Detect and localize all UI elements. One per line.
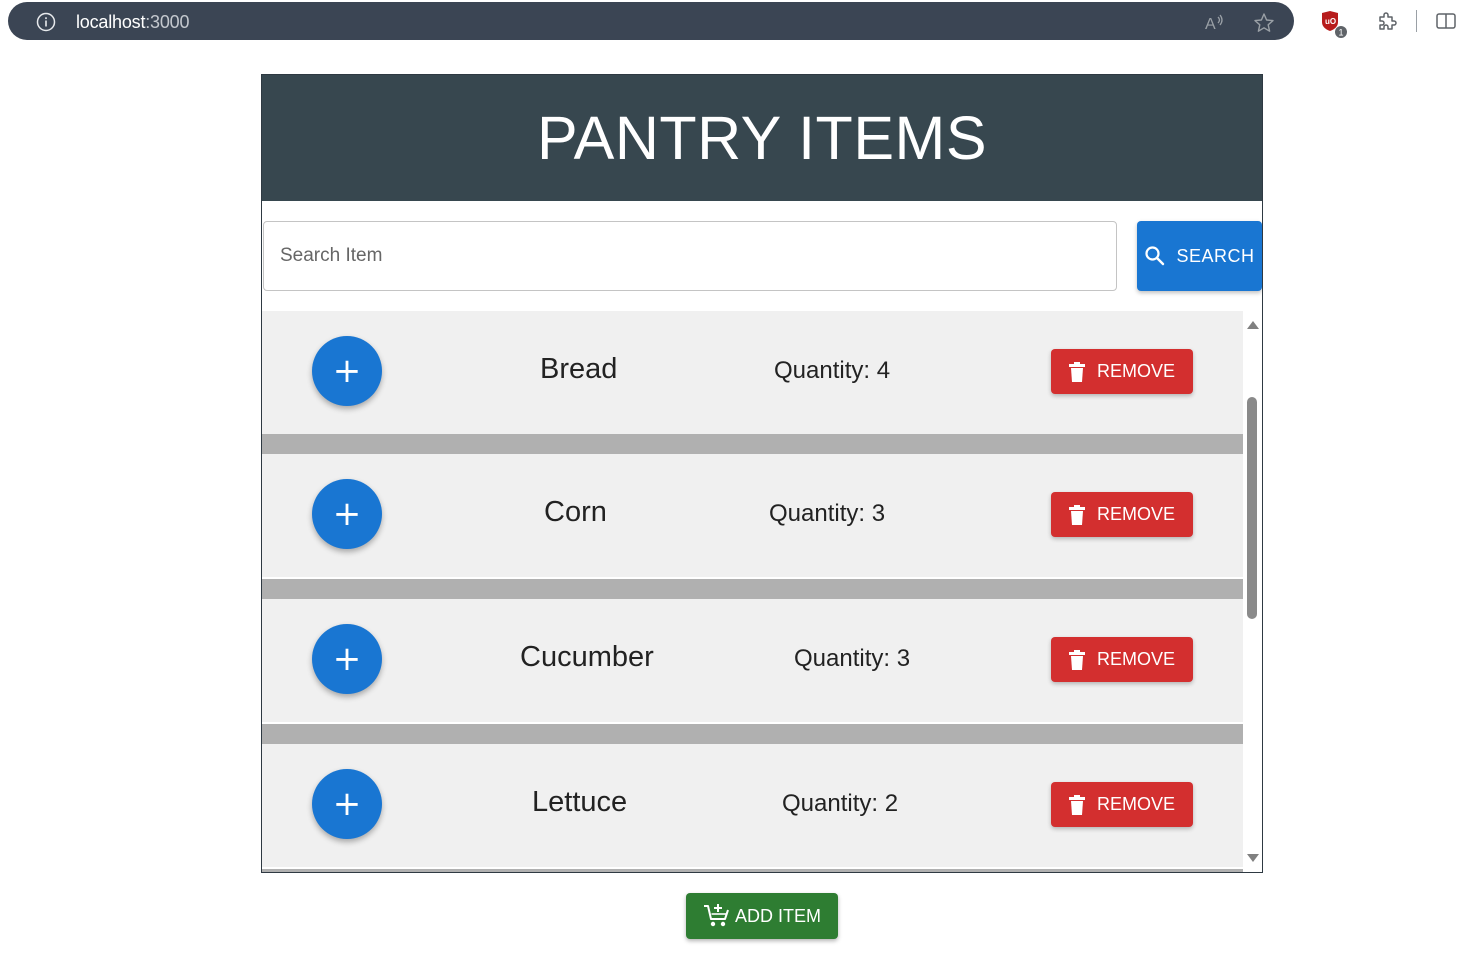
read-aloud-icon[interactable]: A (1204, 12, 1226, 34)
ublock-icon[interactable]: uO 1 (1320, 9, 1348, 39)
search-button-label: SEARCH (1176, 245, 1255, 266)
remove-button-label: REMOVE (1096, 649, 1175, 669)
url-host: localhost (76, 12, 146, 32)
trash-icon (1068, 649, 1085, 670)
trash-icon (1068, 504, 1085, 525)
url-port: :3000 (145, 12, 190, 32)
info-icon[interactable] (36, 12, 56, 32)
remove-button[interactable]: REMOVE (1051, 492, 1193, 537)
scroll-down-arrow[interactable] (1247, 854, 1259, 862)
search-input[interactable] (263, 221, 1117, 291)
search-button[interactable]: SEARCH (1137, 221, 1262, 291)
ublock-badge: 1 (1339, 28, 1344, 38)
scroll-thumb[interactable] (1247, 397, 1257, 619)
trash-icon (1068, 794, 1085, 815)
remove-button-label: REMOVE (1096, 361, 1175, 381)
row-divider (262, 869, 1243, 872)
row-divider (262, 724, 1243, 744)
item-quantity: Quantity: 3 (769, 500, 886, 527)
remove-button[interactable]: REMOVE (1051, 349, 1193, 394)
remove-button[interactable]: REMOVE (1051, 782, 1193, 827)
add-item-button[interactable]: ADD ITEM (686, 893, 838, 939)
list-item: + Lettuce Quantity: 2 REMOVE (262, 744, 1243, 867)
browser-toolbar: localhost:3000 A uO 1 (0, 0, 1470, 44)
app-header: PANTRY ITEMS (262, 75, 1262, 201)
increment-quantity-button[interactable]: + (312, 769, 382, 839)
toolbar-divider (1416, 10, 1417, 32)
item-quantity: Quantity: 2 (782, 790, 899, 817)
add-item-button-label: ADD ITEM (734, 905, 821, 926)
add-shopping-cart-icon (703, 904, 729, 927)
remove-button-label: REMOVE (1096, 794, 1175, 814)
list-item: + Bread Quantity: 4 REMOVE (262, 311, 1243, 434)
remove-button-label: REMOVE (1096, 504, 1175, 524)
star-icon[interactable] (1253, 12, 1275, 34)
search-icon (1145, 246, 1165, 266)
svg-text:uO: uO (1325, 17, 1336, 26)
item-name: Corn (544, 496, 607, 528)
address-bar[interactable]: localhost:3000 A (8, 2, 1294, 40)
increment-quantity-button[interactable]: + (312, 479, 382, 549)
row-divider (262, 579, 1243, 599)
split-screen-icon[interactable] (1435, 10, 1457, 32)
item-quantity: Quantity: 3 (794, 645, 911, 672)
list-item: + Cucumber Quantity: 3 REMOVE (262, 599, 1243, 722)
pantry-list[interactable]: + Bread Quantity: 4 REMOVE + Corn Quanti… (262, 311, 1262, 872)
page-title: PANTRY ITEMS (536, 104, 988, 172)
item-name: Cucumber (520, 641, 654, 673)
item-name: Lettuce (532, 786, 628, 818)
item-name: Bread (540, 353, 618, 385)
item-quantity: Quantity: 4 (774, 357, 891, 384)
scroll-up-arrow[interactable] (1247, 321, 1259, 329)
list-scrollbar[interactable] (1244, 311, 1262, 872)
trash-icon (1068, 361, 1085, 382)
list-item: + Corn Quantity: 3 REMOVE (262, 454, 1243, 577)
puzzle-icon[interactable] (1376, 10, 1398, 32)
pantry-app: PANTRY ITEMS SEARCH + Bread Quantity: 4 … (261, 74, 1263, 873)
remove-button[interactable]: REMOVE (1051, 637, 1193, 682)
row-divider (262, 434, 1243, 454)
increment-quantity-button[interactable]: + (312, 624, 382, 694)
increment-quantity-button[interactable]: + (312, 336, 382, 406)
svg-text:A: A (1205, 16, 1216, 33)
url-text[interactable]: localhost:3000 (76, 12, 189, 33)
